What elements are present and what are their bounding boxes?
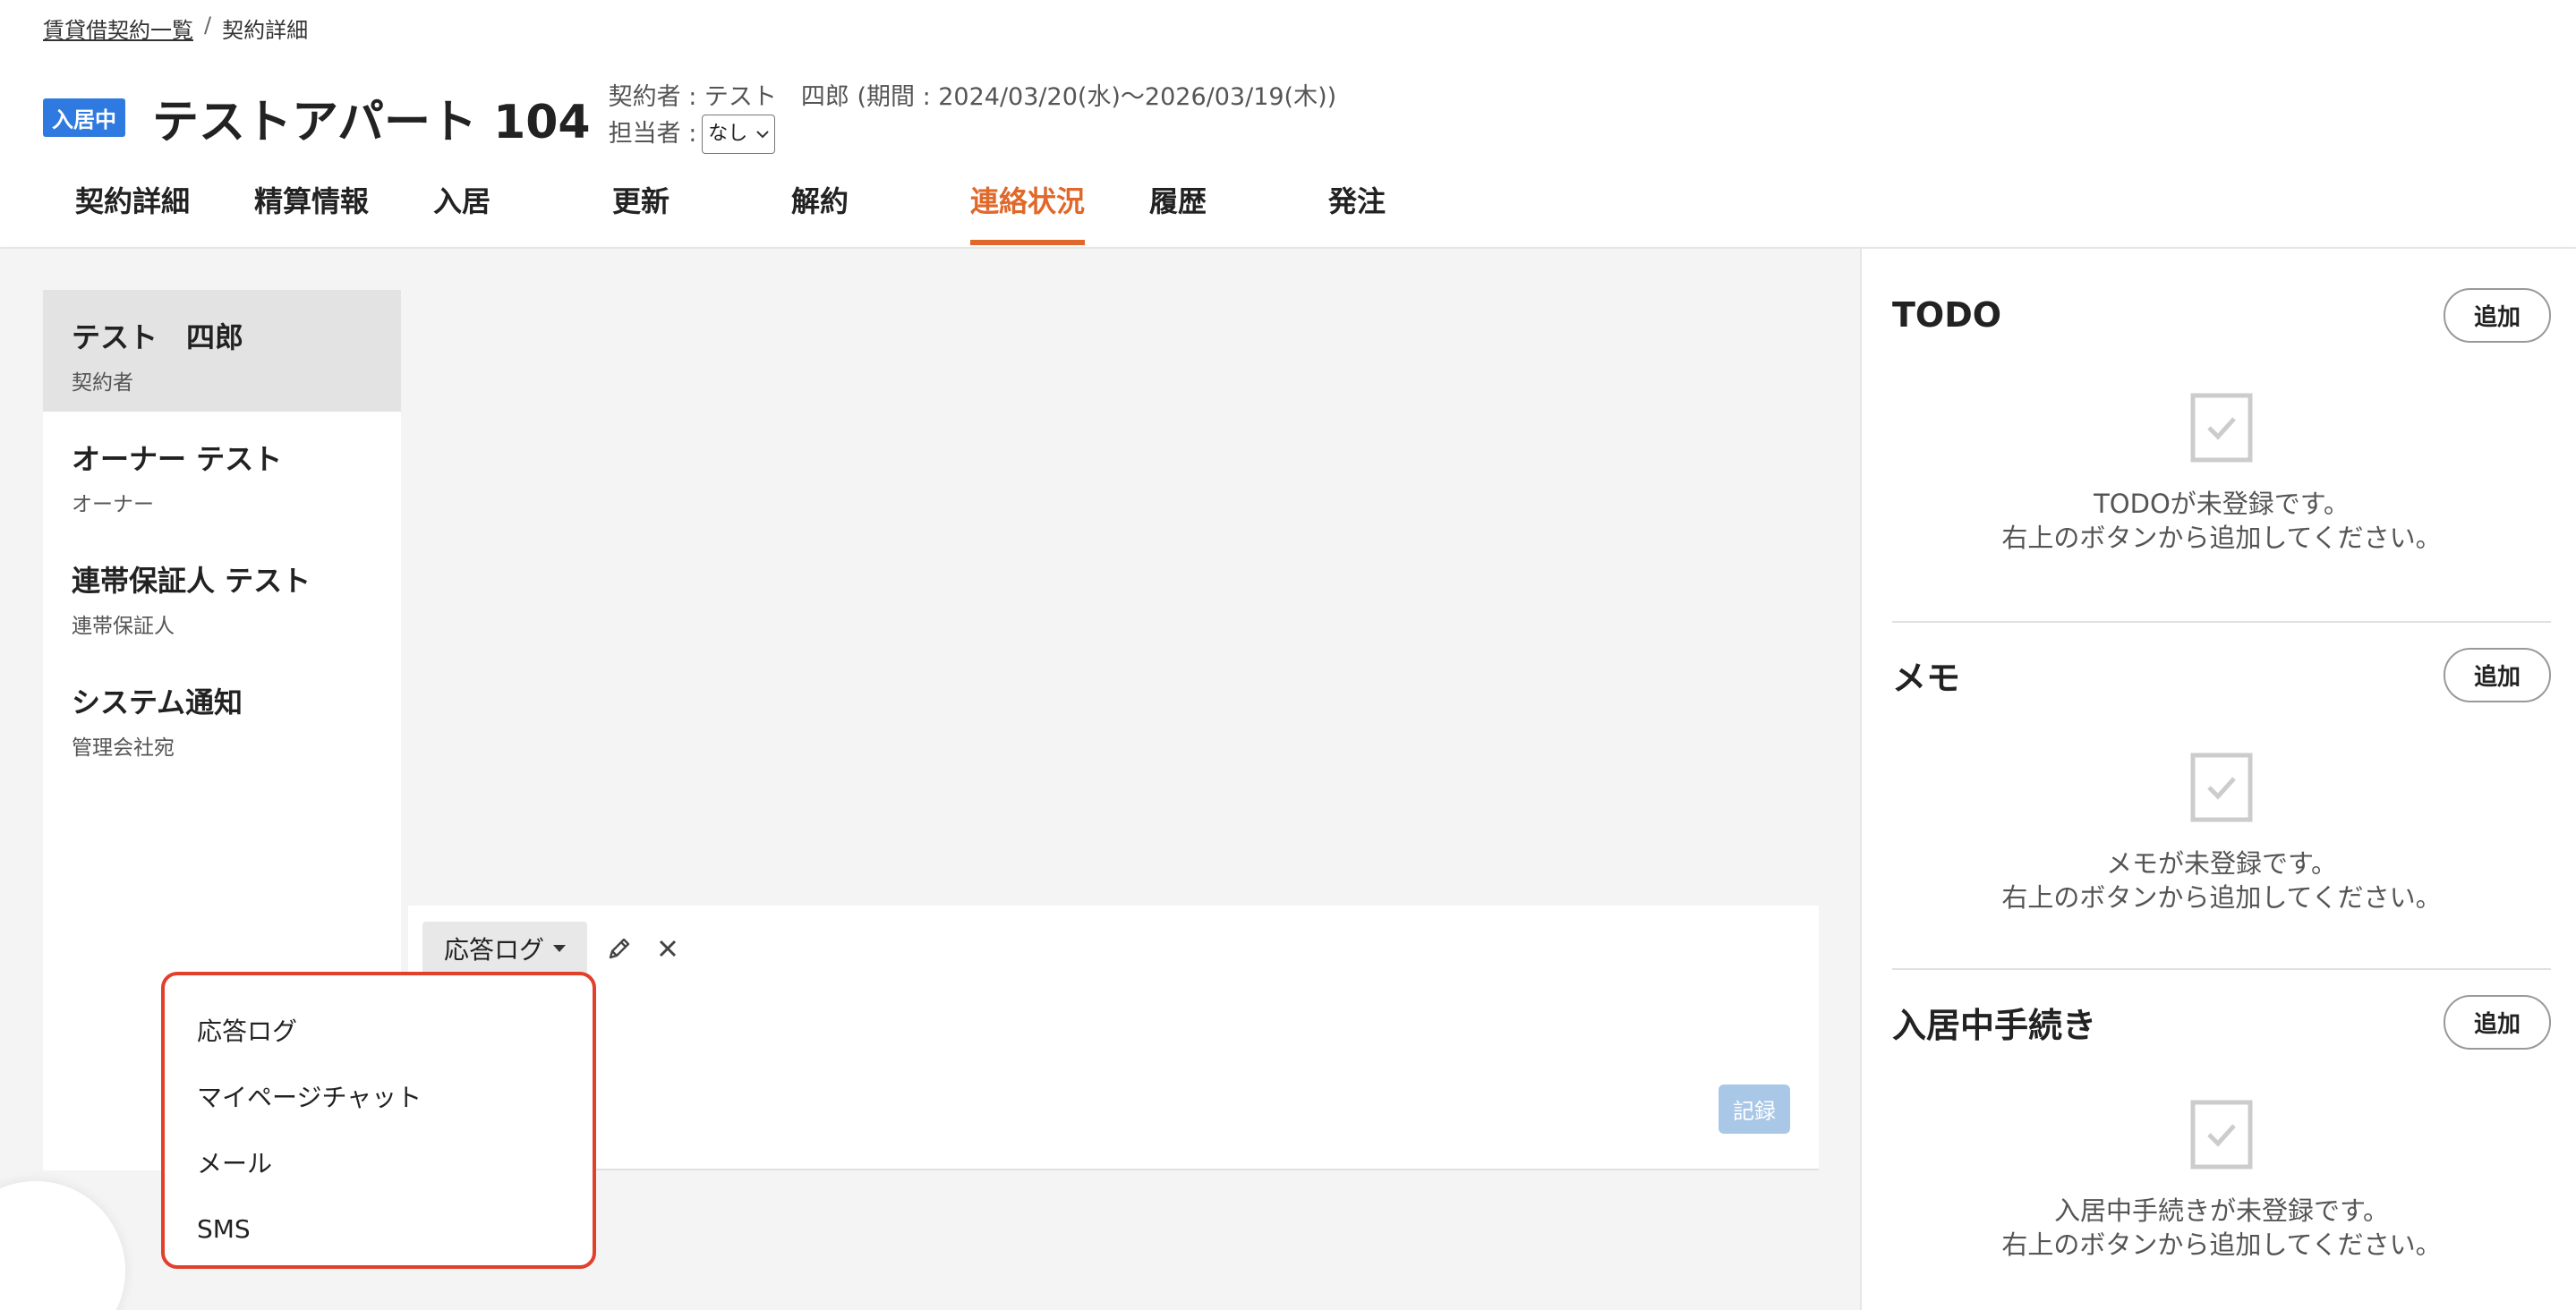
memo-section: メモ 追加 メモが未登録です。 右上のボタンから追加してください。 <box>1892 647 2551 914</box>
tab-contact-status[interactable]: 連絡状況 <box>938 179 1117 245</box>
title-row: 入居中 テストアパート 104 契約者 : テスト 四郎 (期間 : 2024/… <box>43 81 1336 154</box>
section-divider <box>1892 968 2551 970</box>
assignee-row: 担当者 : なし <box>609 115 1337 154</box>
section-header: TODO 追加 <box>1892 287 2551 343</box>
empty-text-line2: 右上のボタンから追加してください。 <box>2001 882 2442 913</box>
empty-text-line1: メモが未登録です。 <box>2105 848 2338 879</box>
tab-settlement[interactable]: 精算情報 <box>222 179 401 245</box>
section-header: メモ 追加 <box>1892 647 2551 702</box>
record-button[interactable]: 記録 <box>1719 1085 1790 1134</box>
contract-info: 契約者 : テスト 四郎 (期間 : 2024/03/20(水)〜2026/03… <box>608 83 1337 111</box>
menu-item-sms[interactable]: SMS <box>165 1195 593 1262</box>
section-title: メモ <box>1892 658 1961 698</box>
assignee-select[interactable]: なし <box>702 115 776 154</box>
checkbox-icon <box>2190 393 2253 463</box>
checkbox-icon <box>2190 1100 2253 1170</box>
message-type-menu: 応答ログ マイページチャット メール SMS <box>161 972 596 1269</box>
contact-name: テスト 四郎 <box>72 320 244 354</box>
empty-text-line1: TODOが未登録です。 <box>2094 489 2350 519</box>
close-icon[interactable] <box>652 932 684 965</box>
section-title: TODO <box>1892 295 2002 335</box>
tab-bar: 契約詳細 精算情報 入居 更新 解約 連絡状況 履歴 発注 <box>43 179 1475 245</box>
tab-order[interactable]: 発注 <box>1296 179 1475 245</box>
tab-move-in[interactable]: 入居 <box>401 179 580 245</box>
checkbox-icon <box>2190 753 2253 822</box>
menu-item-mypage-chat[interactable]: マイページチャット <box>165 1063 593 1129</box>
breadcrumb-separator: / <box>204 13 212 38</box>
section-title: 入居中手続き <box>1892 1005 2097 1045</box>
chevron-down-icon <box>756 131 770 139</box>
contact-name: システム通知 <box>72 685 243 719</box>
empty-text-line1: 入居中手続きが未登録です。 <box>2053 1195 2390 1226</box>
contract-meta: 契約者 : テスト 四郎 (期間 : 2024/03/20(水)〜2026/03… <box>608 81 1337 154</box>
breadcrumb: 賃貸借契約一覧 / 契約詳細 <box>43 13 308 44</box>
menu-item-email[interactable]: メール <box>165 1129 593 1195</box>
contact-name: 連帯保証人 テスト <box>72 564 311 598</box>
menu-item-response-log[interactable]: 応答ログ <box>165 997 593 1063</box>
status-badge: 入居中 <box>43 98 125 137</box>
add-memo-button[interactable]: 追加 <box>2443 647 2551 702</box>
assignee-label: 担当者 : <box>608 120 697 148</box>
contact-item[interactable]: 連帯保証人 テスト 連帯保証人 <box>43 533 401 655</box>
empty-text-line2: 右上のボタンから追加してください。 <box>2001 523 2442 553</box>
contact-item[interactable]: オーナー テスト オーナー <box>43 412 401 533</box>
contact-item[interactable]: システム通知 管理会社宛 <box>43 655 401 777</box>
contact-item[interactable]: テスト 四郎 契約者 <box>43 290 401 412</box>
contact-role: 連帯保証人 <box>72 615 175 638</box>
add-todo-button[interactable]: 追加 <box>2443 287 2551 343</box>
move-in-procedures-section: 入居中手続き 追加 入居中手続きが未登録です。 右上のボタンから追加してください… <box>1892 994 2551 1262</box>
composer-toolbar: 応答ログ <box>422 922 684 975</box>
empty-state: 入居中手続きが未登録です。 右上のボタンから追加してください。 <box>1892 1099 2551 1262</box>
contact-role: 管理会社宛 <box>72 736 175 760</box>
empty-text-line2: 右上のボタンから追加してください。 <box>2001 1229 2442 1260</box>
todo-section: TODO 追加 TODOが未登録です。 右上のボタンから追加してください。 <box>1892 287 2551 555</box>
contact-role: オーナー <box>72 493 154 516</box>
tab-contract-detail[interactable]: 契約詳細 <box>43 179 222 245</box>
section-header: 入居中手続き 追加 <box>1892 994 2551 1050</box>
breadcrumb-parent-link[interactable]: 賃貸借契約一覧 <box>43 13 193 44</box>
tab-renewal[interactable]: 更新 <box>580 179 759 245</box>
contact-name: オーナー テスト <box>72 442 283 476</box>
tab-cancellation[interactable]: 解約 <box>759 179 938 245</box>
empty-state: TODOが未登録です。 右上のボタンから追加してください。 <box>1892 392 2551 555</box>
contact-role: 契約者 <box>72 371 133 395</box>
page-title: テストアパート 104 <box>152 95 591 149</box>
empty-state: メモが未登録です。 右上のボタンから追加してください。 <box>1892 752 2551 914</box>
message-composer: 応答ログ 記録 <box>408 906 1819 1170</box>
section-divider <box>1892 621 2551 623</box>
message-type-dropdown[interactable]: 応答ログ <box>422 922 588 975</box>
message-type-label: 応答ログ <box>444 935 545 965</box>
caret-down-icon <box>553 945 567 952</box>
add-procedure-button[interactable]: 追加 <box>2443 994 2551 1050</box>
breadcrumb-current: 契約詳細 <box>222 18 309 43</box>
right-panel: TODO 追加 TODOが未登録です。 右上のボタンから追加してください。 メモ… <box>1860 249 2576 1310</box>
pencil-icon[interactable] <box>603 932 635 965</box>
tab-history[interactable]: 履歴 <box>1117 179 1296 245</box>
assignee-value: なし <box>708 123 748 145</box>
